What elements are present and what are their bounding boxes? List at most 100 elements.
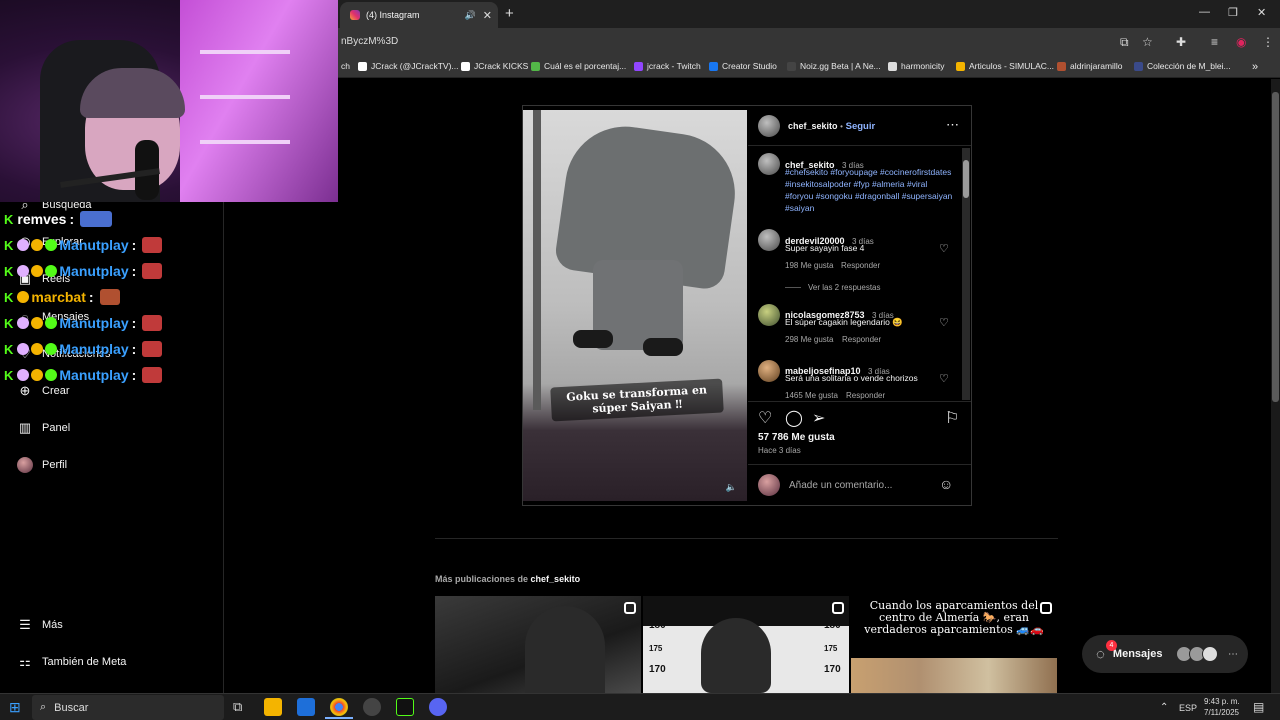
- save-bookmark-icon[interactable]: ⚐: [945, 408, 959, 428]
- bookmark-item[interactable]: aldrinjaramillo: [1057, 61, 1122, 71]
- post-thumbnail[interactable]: [435, 596, 641, 693]
- kick-logo-icon: K: [4, 341, 14, 357]
- drive-logo-icon: [956, 61, 965, 71]
- kick-logo-icon: K: [4, 315, 14, 331]
- messages-floating-button[interactable]: ◌ 4 Mensajes ⋯: [1082, 635, 1248, 673]
- emote-icon: [142, 263, 163, 279]
- notifications-icon[interactable]: ▤: [1253, 700, 1264, 714]
- emote-icon: [142, 367, 163, 383]
- media-control-icon[interactable]: ≡: [1211, 35, 1218, 49]
- comment-avatar[interactable]: [758, 360, 780, 382]
- language-indicator[interactable]: ESP: [1179, 703, 1197, 713]
- bookmark-item[interactable]: Articulos - SIMULAC...: [956, 61, 1054, 71]
- divider: [748, 145, 971, 146]
- tab-close-icon[interactable]: ✕: [483, 9, 492, 22]
- comment-input[interactable]: Añade un comentario...: [789, 480, 892, 491]
- comment-like-heart-icon[interactable]: ♡: [939, 372, 949, 385]
- chrome-icon[interactable]: [330, 698, 348, 716]
- sidebar-item-also-from-meta[interactable]: ⚏ También de Meta: [16, 653, 126, 671]
- comment-like-heart-icon[interactable]: ♡: [939, 242, 949, 255]
- more-options-icon[interactable]: ⋯: [946, 117, 959, 133]
- thumbnail-caption: Cuando los aparcamientos del centro de A…: [864, 599, 1044, 636]
- tray-chevron-icon[interactable]: ⌃: [1160, 702, 1168, 713]
- browser-tab-instagram[interactable]: (4) Instagram 🔊 ✕: [340, 2, 498, 28]
- caption-hashtags[interactable]: #chefsekito #foryoupage #cocinerofirstda…: [785, 166, 955, 214]
- bookmark-item[interactable]: harmonicity: [888, 61, 944, 71]
- follow-button[interactable]: Seguir: [846, 121, 876, 132]
- outlook-icon[interactable]: [297, 698, 315, 716]
- comment-likes[interactable]: 298 Me gusta: [785, 335, 833, 344]
- restore-icon[interactable]: ❐: [1228, 6, 1238, 19]
- bookmark-item[interactable]: Noiz.gg Beta | A Ne...: [787, 61, 881, 71]
- post-thumbnail[interactable]: Cuando los aparcamientos del centro de A…: [851, 596, 1057, 693]
- bookmark-item[interactable]: Creator Studio: [709, 61, 777, 71]
- extensions-icon[interactable]: ✚: [1176, 35, 1186, 49]
- reply-button[interactable]: Responder: [842, 335, 881, 344]
- comment-bubble-icon[interactable]: ◯: [785, 408, 803, 428]
- install-app-icon[interactable]: ⧉: [1120, 35, 1129, 50]
- kick-logo-icon: K: [4, 211, 14, 227]
- bookmark-star-icon[interactable]: ☆: [1142, 35, 1153, 49]
- windows-start-icon[interactable]: ⊞: [9, 699, 21, 716]
- site-favicon-icon: [787, 61, 796, 71]
- comment-like-heart-icon[interactable]: ♡: [939, 316, 949, 329]
- reply-button[interactable]: Responder: [846, 391, 885, 400]
- chart-icon: ▥: [18, 420, 32, 435]
- page-scroll-thumb[interactable]: [1272, 92, 1279, 402]
- video-caption: Goku se transforma en súper Saiyan ‼: [550, 378, 724, 422]
- taskbar-search[interactable]: ⌕ Buscar: [32, 695, 224, 720]
- comment-likes[interactable]: 1465 Me gusta: [785, 391, 838, 400]
- bookmark-item[interactable]: Cuál es el porcentaj...: [531, 61, 626, 71]
- obs-icon[interactable]: [363, 698, 381, 716]
- reel-video[interactable]: Goku se transforma en súper Saiyan ‼ 🔈: [523, 110, 747, 501]
- badge-icon: [31, 265, 44, 277]
- comment-avatar[interactable]: [758, 229, 780, 251]
- like-heart-icon[interactable]: ♡: [758, 408, 772, 428]
- author-username[interactable]: chef_sekito: [788, 121, 838, 131]
- new-tab-button[interactable]: +: [505, 5, 514, 22]
- share-plane-icon[interactable]: ➢: [812, 408, 825, 428]
- profile-icon[interactable]: ◉: [1236, 35, 1246, 49]
- caption-avatar[interactable]: [758, 153, 780, 175]
- author-avatar[interactable]: [758, 115, 780, 137]
- task-view-icon[interactable]: ⧉: [233, 699, 242, 715]
- chat-message: K marcbat :: [4, 289, 120, 305]
- emoji-icon[interactable]: ☺: [939, 476, 953, 492]
- active-app-indicator: [325, 717, 353, 719]
- discord-icon[interactable]: [429, 698, 447, 716]
- badge-icon: [17, 317, 30, 329]
- bookmark-item[interactable]: Colección de M_blei...: [1134, 61, 1231, 71]
- likes-count[interactable]: 57 786 Me gusta: [758, 432, 835, 443]
- clock-date[interactable]: 7/11/2025: [1204, 708, 1239, 717]
- sidebar-item-profile[interactable]: Perfil: [16, 456, 67, 474]
- menu-dots-icon[interactable]: ⋮: [1262, 35, 1274, 49]
- url-text[interactable]: nByczM%3D: [341, 36, 398, 47]
- emote-icon: [80, 211, 113, 227]
- sidebar-item-dashboard[interactable]: ▥ Panel: [16, 419, 70, 437]
- bookmark-item[interactable]: ch: [341, 61, 350, 71]
- post-time: Hace 3 días: [758, 446, 801, 455]
- file-explorer-icon[interactable]: [264, 698, 282, 716]
- speaker-icon[interactable]: 🔊: [465, 10, 476, 21]
- reel-icon: [1040, 602, 1052, 614]
- volume-icon[interactable]: 🔈: [726, 482, 737, 493]
- minimize-icon[interactable]: —: [1199, 6, 1210, 18]
- bookmark-item[interactable]: jcrack - Twitch: [634, 61, 701, 71]
- view-replies-button[interactable]: Ver las 2 respuestas: [808, 283, 880, 292]
- badge-icon: [31, 343, 44, 355]
- clock-time[interactable]: 9:43 p. m.: [1204, 697, 1240, 706]
- emote-icon: [142, 237, 163, 253]
- comments-scroll-thumb[interactable]: [963, 160, 969, 198]
- sidebar-item-more[interactable]: ☰ Más: [16, 616, 63, 634]
- window-close-icon[interactable]: ✕: [1257, 6, 1266, 19]
- comment-avatar[interactable]: [758, 304, 780, 326]
- kick-logo-icon: [461, 61, 470, 71]
- comment-likes[interactable]: 198 Me gusta: [785, 261, 833, 270]
- reply-button[interactable]: Responder: [841, 261, 880, 270]
- sidebar-item-create[interactable]: ⊕ Crear: [16, 382, 70, 400]
- bookmark-item[interactable]: JCrack KICKS: [461, 61, 528, 71]
- post-thumbnail[interactable]: 185 180 175 170 185 180 175 170: [643, 596, 849, 693]
- bookmarks-overflow-icon[interactable]: »: [1252, 61, 1258, 73]
- bookmark-item[interactable]: JCrack (@JCrackTV)...: [358, 61, 459, 71]
- app-icon[interactable]: [396, 698, 414, 716]
